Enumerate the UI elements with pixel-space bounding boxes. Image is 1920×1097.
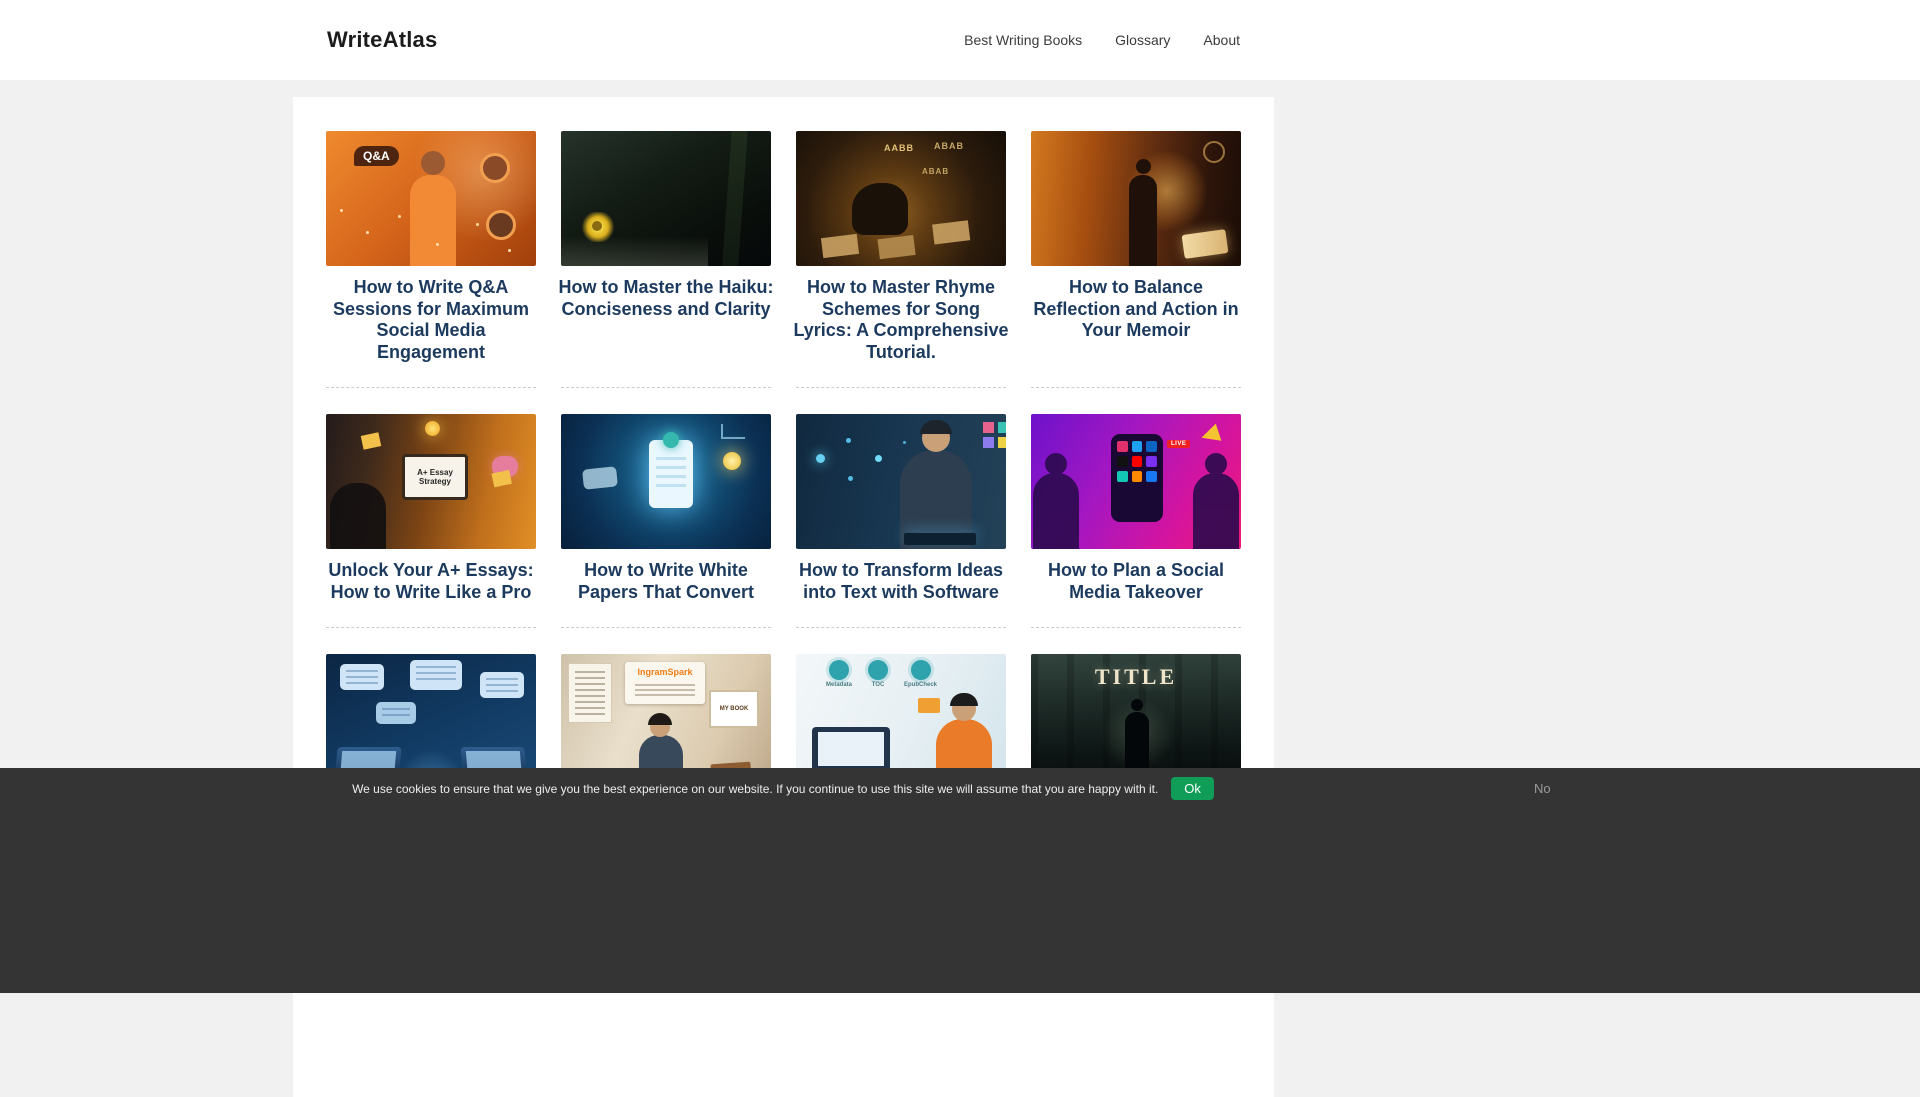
laptop-illustration bbox=[904, 533, 976, 545]
header-container: WriteAtlas Best Writing Books Glossary A… bbox=[293, 0, 1274, 80]
person-avatar-illustration bbox=[480, 153, 510, 183]
cookie-ok-button[interactable]: Ok bbox=[1171, 777, 1214, 800]
growth-chart-icon bbox=[721, 424, 745, 439]
site-logo[interactable]: WriteAtlas bbox=[327, 27, 437, 53]
sticky-note-decoration bbox=[361, 432, 382, 449]
book-cover-title: TITLE bbox=[1031, 664, 1241, 690]
writer-silhouette bbox=[852, 183, 908, 235]
student-silhouette bbox=[330, 483, 386, 549]
epubcheck-icon bbox=[911, 660, 931, 680]
post-thumbnail[interactable]: AABB ABAB ABAB bbox=[796, 131, 1006, 266]
rhyme-letters: ABAB bbox=[922, 167, 949, 176]
rhyme-letters: ABAB bbox=[934, 141, 964, 151]
icon-label: Metadata bbox=[826, 682, 852, 688]
qa-speech-bubble: Q&A bbox=[354, 146, 399, 166]
site-header: WriteAtlas Best Writing Books Glossary A… bbox=[0, 0, 1920, 80]
live-badge: LIVE bbox=[1167, 440, 1190, 448]
metadata-icon bbox=[829, 660, 849, 680]
post-card: How to Transform Ideas into Text with So… bbox=[796, 414, 1006, 628]
chat-bubble-decoration bbox=[480, 672, 524, 698]
post-card: A+ Essay Strategy Unlock Your A+ Essays:… bbox=[326, 414, 536, 628]
rhyme-letters: AABB bbox=[884, 143, 914, 153]
papers-illustration bbox=[821, 234, 859, 258]
post-title[interactable]: Unlock Your A+ Essays: How to Write Like… bbox=[322, 560, 540, 603]
megaphone-icon bbox=[1199, 424, 1222, 447]
person-avatar-illustration bbox=[486, 210, 516, 240]
post-card: How to Write White Papers That Convert bbox=[561, 414, 771, 628]
ingramspark-screen: IngramSpark bbox=[625, 662, 705, 704]
post-thumbnail[interactable]: LIVE bbox=[1031, 414, 1241, 549]
post-title[interactable]: How to Write Q&A Sessions for Maximum So… bbox=[322, 277, 540, 363]
nav-glossary[interactable]: Glossary bbox=[1115, 32, 1170, 48]
my-book-screen: MY BOOK bbox=[709, 690, 759, 728]
lightbulb-icon bbox=[723, 452, 741, 470]
post-title[interactable]: How to Balance Reflection and Action in … bbox=[1027, 277, 1245, 342]
post-card: LIVE How to Plan a Social Media Takeover bbox=[1031, 414, 1241, 628]
book-icon bbox=[918, 698, 940, 713]
mist-decoration bbox=[561, 236, 708, 266]
lightbulb-icon bbox=[425, 421, 440, 436]
feature-icons-row: Metadata TOC EpubCheck bbox=[826, 660, 937, 688]
post-thumbnail[interactable] bbox=[561, 414, 771, 549]
post-thumbnail[interactable] bbox=[796, 414, 1006, 549]
toc-icon bbox=[868, 660, 888, 680]
open-book-illustration bbox=[1182, 229, 1229, 259]
cookie-message: We use cookies to ensure that we give yo… bbox=[352, 782, 1158, 796]
post-title[interactable]: How to Transform Ideas into Text with So… bbox=[792, 560, 1010, 603]
post-grid: Q&A How to Write Q&A Sessions for Maximu… bbox=[326, 131, 1241, 825]
post-title[interactable]: How to Write White Papers That Convert bbox=[557, 560, 775, 603]
brain-illustration bbox=[492, 456, 518, 477]
glowing-tablet-illustration bbox=[649, 440, 693, 508]
icon-label: TOC bbox=[872, 682, 885, 688]
laptop-screen-text: A+ Essay Strategy bbox=[402, 454, 468, 500]
mind-map-decoration bbox=[816, 454, 825, 463]
network-dots-decoration bbox=[340, 209, 343, 212]
post-thumbnail[interactable]: A+ Essay Strategy bbox=[326, 414, 536, 549]
post-title[interactable]: How to Master the Haiku: Conciseness and… bbox=[557, 277, 775, 320]
cookie-content: We use cookies to ensure that we give yo… bbox=[0, 768, 1566, 800]
nav-best-writing-books[interactable]: Best Writing Books bbox=[964, 32, 1082, 48]
person-silhouette bbox=[1033, 473, 1079, 549]
post-title[interactable]: How to Plan a Social Media Takeover bbox=[1027, 560, 1245, 603]
clock-illustration bbox=[1203, 141, 1225, 163]
post-card: AABB ABAB ABAB How to Master Rhyme Schem… bbox=[796, 131, 1006, 388]
document-illustration bbox=[569, 664, 611, 722]
walking-figure-silhouette bbox=[1125, 712, 1149, 776]
person-silhouette bbox=[1193, 473, 1239, 549]
cookie-consent-bar: We use cookies to ensure that we give yo… bbox=[0, 768, 1920, 993]
post-thumbnail[interactable]: Q&A bbox=[326, 131, 536, 266]
chat-bubble-decoration bbox=[340, 664, 384, 690]
main-nav: Best Writing Books Glossary About bbox=[964, 32, 1240, 48]
person-illustration bbox=[410, 175, 456, 266]
chat-bubble-decoration bbox=[410, 660, 462, 690]
cookie-no-link[interactable]: No bbox=[1534, 781, 1551, 796]
post-card: How to Master the Haiku: Conciseness and… bbox=[561, 131, 771, 388]
phone-app-grid-illustration bbox=[1111, 434, 1163, 522]
chat-bubble-decoration bbox=[376, 702, 416, 724]
icon-label: EpubCheck bbox=[904, 682, 937, 688]
post-card: Q&A How to Write Q&A Sessions for Maximu… bbox=[326, 131, 536, 388]
post-title[interactable]: How to Master Rhyme Schemes for Song Lyr… bbox=[792, 277, 1010, 363]
walking-figure-silhouette bbox=[1129, 175, 1157, 266]
nav-about[interactable]: About bbox=[1203, 32, 1240, 48]
post-card: How to Balance Reflection and Action in … bbox=[1031, 131, 1241, 388]
post-thumbnail[interactable] bbox=[1031, 131, 1241, 266]
sticky-notes-decoration bbox=[983, 422, 994, 433]
handshake-icon bbox=[582, 466, 618, 489]
post-thumbnail[interactable] bbox=[561, 131, 771, 266]
